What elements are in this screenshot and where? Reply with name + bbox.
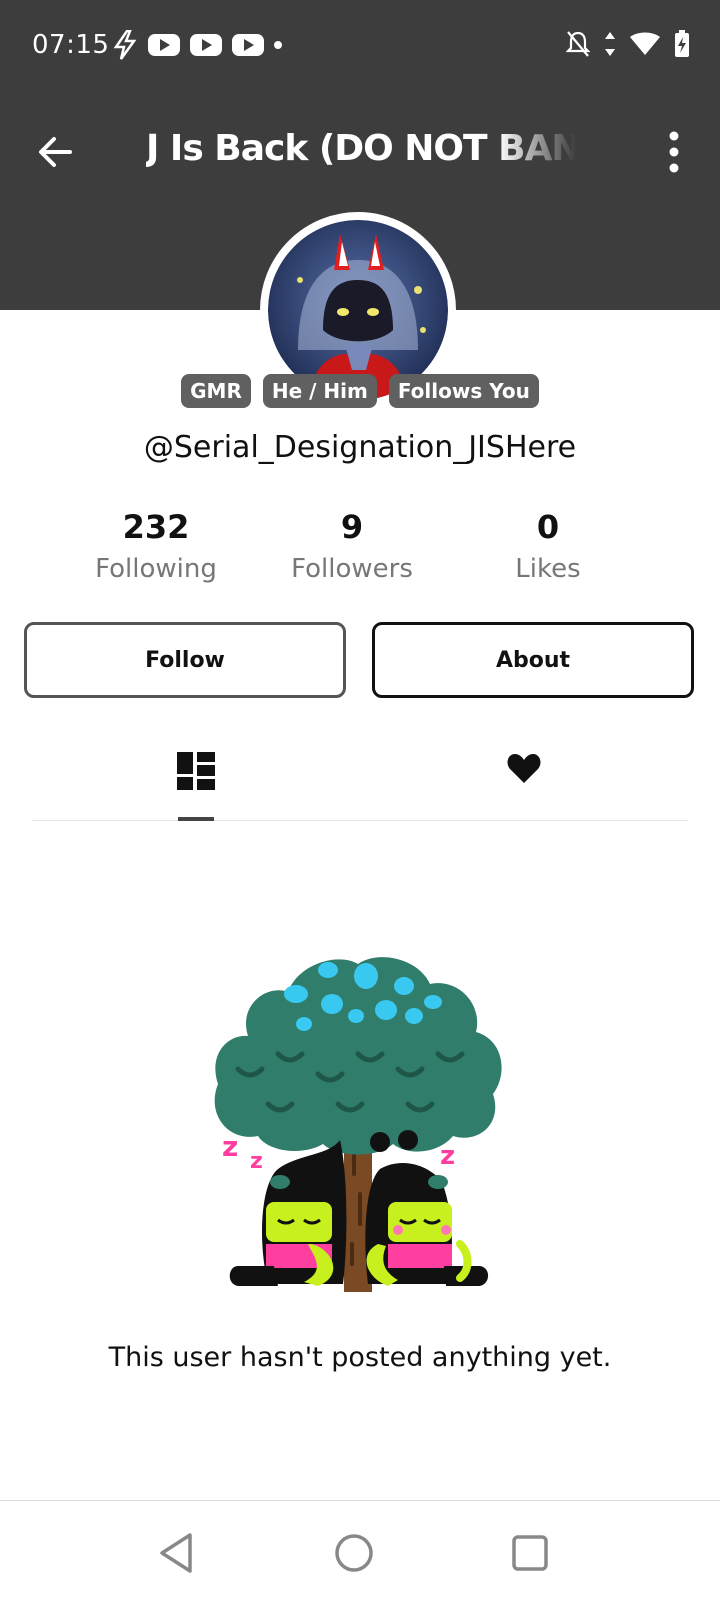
badge-pronouns: He / Him [262,374,377,408]
profile-tabs [32,740,688,821]
flash-icon [113,30,137,60]
follow-button[interactable]: Follow [24,622,346,698]
system-nav-bar [0,1500,720,1601]
more-vertical-icon [669,131,679,173]
nav-back-button[interactable] [156,1531,200,1575]
battery-charging-icon [675,30,689,57]
youtube-icon [232,34,264,56]
sleeping-tree-icon: z z z [214,957,502,1292]
svg-text:z: z [440,1141,455,1171]
stat-value: 9 [340,508,364,546]
stat-value: 232 [122,508,190,546]
profile-stats: 232 Following 9 Followers 0 Likes [60,508,660,598]
youtube-icon [148,34,180,56]
stat-following[interactable]: 232 Following [66,508,246,584]
profile-badges: GMR He / Him Follows You [0,374,720,408]
username: @Serial_Designation_JISHere [143,430,577,465]
stat-followers[interactable]: 9 Followers [262,508,442,584]
badge-gmr: GMR [181,374,251,408]
avatar-image [268,220,448,400]
wifi-icon [630,32,660,55]
stat-label: Likes [515,554,581,584]
posts-grid-icon [177,752,215,790]
dot-icon [274,41,282,49]
stat-label: Following [95,554,217,584]
home-circle-icon [335,1534,373,1572]
nav-recents-button[interactable] [508,1531,552,1575]
empty-state-illustration: z z z [208,944,512,1312]
nav-home-button[interactable] [332,1531,376,1575]
heart-icon [507,754,541,783]
page-title: J Is Back (DO NOT BAN [146,128,576,169]
svg-text:z: z [222,1130,238,1163]
youtube-icon [190,34,222,56]
stat-label: Followers [291,554,413,584]
more-options-button[interactable] [662,130,686,174]
tab-active-indicator [178,817,214,821]
status-time: 07:15 [32,30,110,60]
empty-state-message: This user hasn't posted anything yet. [108,1342,612,1373]
badge-follows-you: Follows You [388,374,539,408]
do-not-disturb-off-icon [566,31,590,57]
back-triangle-icon [160,1533,192,1573]
status-icons-left [112,30,282,60]
data-arrows-icon [605,32,615,56]
status-bar: 07:15 [0,0,720,96]
tab-liked[interactable] [360,740,688,820]
svg-text:z: z [250,1149,263,1174]
about-button[interactable]: About [372,622,694,698]
tab-posts[interactable] [32,740,360,821]
back-button[interactable] [30,126,82,178]
stat-likes[interactable]: 0 Likes [458,508,638,584]
recents-square-icon [512,1535,548,1571]
status-icons-right [566,30,690,58]
arrow-left-icon [39,137,72,167]
stat-value: 0 [536,508,560,546]
